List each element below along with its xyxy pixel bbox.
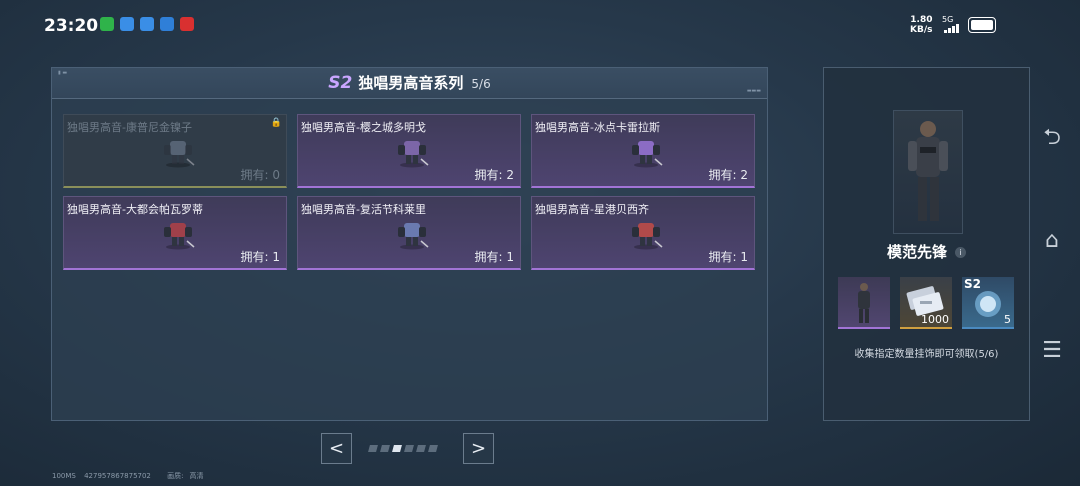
page-dot[interactable] bbox=[368, 445, 378, 452]
footer-info: 100MS 427957867875702 画质: 高清 bbox=[52, 471, 209, 481]
quality-value: 高清 bbox=[189, 472, 204, 480]
network-speed: 1.80 KB/s bbox=[910, 15, 933, 35]
owned-count: 拥有: 2 bbox=[708, 168, 749, 182]
reward-item-character[interactable] bbox=[838, 277, 890, 329]
page-dot[interactable] bbox=[428, 445, 438, 452]
home-icon[interactable]: ⌂ bbox=[1038, 228, 1066, 253]
emblem-quantity: 5 bbox=[1004, 313, 1011, 326]
ping-text: 100MS bbox=[52, 472, 76, 480]
uid-text: 427957867875702 bbox=[84, 472, 151, 480]
season-tag: S2 bbox=[328, 73, 353, 93]
info-icon[interactable]: i bbox=[955, 247, 966, 258]
card-name: 独唱男高音-复活节科莱里 bbox=[301, 203, 426, 216]
mech-figure-icon bbox=[398, 141, 429, 168]
page-indicator bbox=[368, 445, 438, 452]
mech-figure-icon bbox=[398, 223, 429, 250]
panel-header: ▮ ▬ S2 独唱男高音系列 5/6 ▬▬▬ bbox=[52, 68, 767, 99]
voucher-quantity: 1000 bbox=[921, 313, 949, 326]
page-dot[interactable] bbox=[380, 445, 390, 452]
collection-card[interactable]: 独唱男高音-复活节科莱里拥有: 1 bbox=[297, 196, 521, 270]
collection-card[interactable]: 独唱男高音-冰点卡雷拉斯拥有: 2 bbox=[531, 114, 755, 188]
quality-label: 画质: bbox=[167, 472, 184, 480]
owned-count: 拥有: 1 bbox=[474, 250, 515, 264]
card-name: 独唱男高音-星港贝西齐 bbox=[535, 203, 649, 216]
series-name: 独唱男高音系列 bbox=[358, 74, 464, 92]
reward-panel: 模范先锋 i 1000 S2 5 收集指定数量挂饰即可领取(5/6) bbox=[823, 67, 1030, 421]
emblem-tag: S2 bbox=[964, 277, 981, 291]
reward-character-portrait[interactable] bbox=[893, 110, 963, 234]
menu-icon[interactable]: ☰ bbox=[1038, 338, 1066, 363]
reward-name: 模范先锋 i bbox=[824, 241, 1029, 262]
signal-label: 5G bbox=[942, 15, 954, 24]
app-icon bbox=[180, 17, 194, 31]
collection-card[interactable]: 独唱男高音-康普尼金镍子 🔒 拥有: 0 bbox=[63, 114, 287, 188]
series-title: S2 独唱男高音系列 5/6 bbox=[52, 72, 767, 93]
signal-icon bbox=[944, 24, 959, 33]
card-name: 独唱男高音-康普尼金镍子 bbox=[67, 121, 192, 134]
collection-card[interactable]: 独唱男高音-樱之城多明戈拥有: 2 bbox=[297, 114, 521, 188]
collection-card[interactable]: 独唱男高音-星港贝西齐拥有: 1 bbox=[531, 196, 755, 270]
wechat-icon bbox=[100, 17, 114, 31]
app-icon bbox=[140, 17, 154, 31]
clock: 23:20 bbox=[44, 16, 99, 36]
mech-figure-icon bbox=[164, 223, 195, 250]
card-name: 独唱男高音-冰点卡雷拉斯 bbox=[535, 121, 660, 134]
owned-count: 拥有: 0 bbox=[240, 168, 281, 182]
mech-figure-icon bbox=[632, 141, 663, 168]
owned-count: 拥有: 1 bbox=[708, 250, 749, 264]
collection-panel: ▮ ▬ S2 独唱男高音系列 5/6 ▬▬▬ 独唱男高音-康普尼金镍子 🔒 拥有: 0独… bbox=[51, 67, 768, 421]
page-dot[interactable] bbox=[416, 445, 426, 452]
battery-icon bbox=[968, 17, 996, 33]
header-decoration: ▬▬▬ bbox=[746, 88, 761, 94]
lock-icon: 🔒 bbox=[270, 118, 282, 128]
mech-figure-icon bbox=[164, 141, 195, 168]
pager: < > bbox=[321, 433, 495, 466]
back-icon[interactable]: ⮌ bbox=[1038, 120, 1066, 158]
reward-item-s2-emblem[interactable]: S2 5 bbox=[962, 277, 1014, 329]
owned-count: 拥有: 1 bbox=[240, 250, 281, 264]
app-icon bbox=[120, 17, 134, 31]
mech-figure-icon bbox=[632, 223, 663, 250]
status-bar: 23:20 1.80 KB/s 5G bbox=[0, 0, 1080, 50]
prev-page-button[interactable]: < bbox=[321, 433, 352, 464]
card-grid: 独唱男高音-康普尼金镍子 🔒 拥有: 0 独唱男高音-樱之城多明戈 拥有: 2 独唱男高音… bbox=[63, 114, 755, 270]
card-name: 独唱男高音-大都会帕瓦罗蒂 bbox=[67, 203, 203, 216]
card-name: 独唱男高音-樱之城多明戈 bbox=[301, 121, 426, 134]
next-page-button[interactable]: > bbox=[463, 433, 494, 464]
series-count: 5/6 bbox=[471, 77, 491, 91]
notification-icons bbox=[100, 17, 194, 31]
page-dot[interactable] bbox=[404, 445, 414, 452]
reward-description: 收集指定数量挂饰即可领取(5/6) bbox=[854, 349, 999, 360]
reward-item-voucher[interactable]: 1000 bbox=[900, 277, 952, 329]
owned-count: 拥有: 2 bbox=[474, 168, 515, 182]
page-dot[interactable] bbox=[392, 445, 402, 452]
collection-card[interactable]: 独唱男高音-大都会帕瓦罗蒂拥有: 1 bbox=[63, 196, 287, 270]
app-icon bbox=[160, 17, 174, 31]
